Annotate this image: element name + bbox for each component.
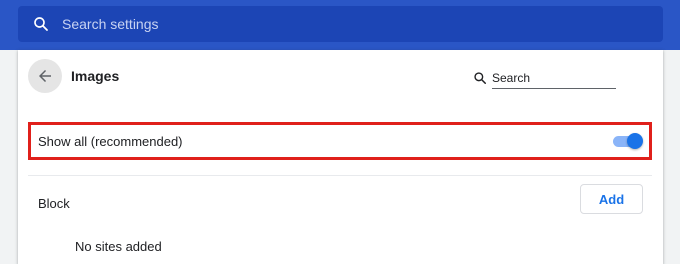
add-button[interactable]: Add [580,184,643,214]
block-section-label: Block [38,196,70,211]
images-settings-card: Images Search Show all (recommended) Blo… [18,50,663,264]
show-all-row[interactable]: Show all (recommended) [28,122,652,160]
page-title: Images [71,68,120,84]
back-button[interactable] [28,59,62,93]
settings-search-input[interactable]: Search settings [18,6,663,42]
top-bar: Search settings [0,0,680,50]
search-icon [473,71,487,85]
show-all-label: Show all (recommended) [38,133,183,149]
search-placeholder: Search settings [62,16,159,32]
page-search[interactable]: Search [473,67,649,89]
arrow-back-icon [39,70,51,82]
show-all-toggle[interactable] [611,133,643,149]
search-icon [32,15,50,33]
divider [28,175,652,176]
no-sites-text: No sites added [75,239,162,254]
page-search-input[interactable]: Search [492,67,616,89]
toggle-knob [627,133,643,149]
